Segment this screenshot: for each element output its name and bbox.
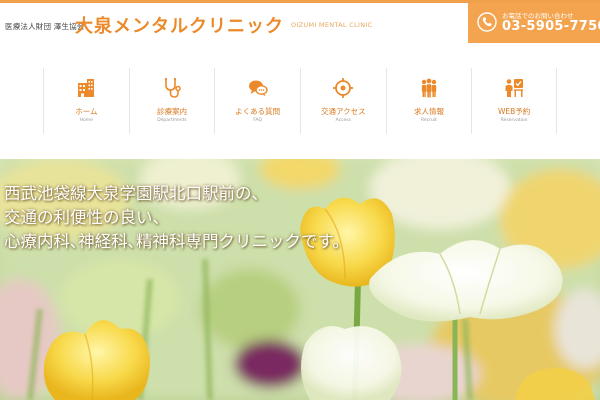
phone-contact-button[interactable]: お電話でのお問い合わせ 03-5905-7750 bbox=[468, 3, 600, 43]
nav-item-home[interactable]: ホーム Home bbox=[43, 68, 129, 134]
hero-line: 心療内科､神経科､精神科専門クリニックです。 bbox=[4, 232, 349, 251]
nav-item-faq[interactable]: よくある質問 FAQ bbox=[214, 68, 300, 134]
hero-banner: 西武池袋線大泉学園駅北口駅前の、 交通の利便性の良い、 心療内科､神経科､精神科… bbox=[0, 159, 600, 400]
reservation-icon bbox=[505, 79, 524, 97]
clinic-name-en: OIZUMI MENTAL CLINIC bbox=[291, 21, 373, 29]
nav-sublabel: Access bbox=[335, 118, 351, 123]
site-header: 医療法人財団 澤生協会 大泉メンタルクリニック OIZUMI MENTAL CL… bbox=[0, 3, 600, 43]
nav-sublabel: Departments bbox=[157, 118, 187, 123]
stethoscope-icon bbox=[164, 77, 181, 98]
nav-label: 診療案内 bbox=[156, 107, 187, 116]
nav-label: WEB予約 bbox=[497, 107, 531, 116]
main-nav: ホーム Home 診療案内 Departments よくある質問 FAQ 交通ア… bbox=[43, 68, 557, 134]
nav-sublabel: Home bbox=[79, 118, 93, 123]
nav-label: ホーム bbox=[75, 107, 98, 116]
nav-item-recruit[interactable]: 求人情報 Recruit bbox=[385, 68, 472, 134]
chat-bubbles-icon bbox=[248, 80, 268, 97]
org-name: 医療法人財団 澤生協会 bbox=[5, 22, 85, 31]
nav-label: 求人情報 bbox=[413, 107, 444, 116]
nav-item-departments[interactable]: 診療案内 Departments bbox=[128, 68, 215, 134]
nav-sublabel: Reservation bbox=[500, 118, 528, 123]
nav-sublabel: Recruit bbox=[421, 118, 437, 123]
building-icon bbox=[78, 79, 95, 97]
nav-item-access[interactable]: 交通アクセス Access bbox=[299, 68, 386, 134]
phone-number[interactable]: 03-5905-7750 bbox=[502, 19, 600, 34]
target-icon bbox=[333, 78, 354, 98]
nav-sublabel: FAQ bbox=[253, 118, 262, 123]
hero-line: 交通の利便性の良い、 bbox=[4, 208, 169, 227]
nav-label: よくある質問 bbox=[235, 107, 281, 116]
nav-label: 交通アクセス bbox=[320, 107, 366, 116]
phone-icon bbox=[477, 12, 497, 32]
nav-item-reservation[interactable]: WEB予約 Reservation bbox=[471, 68, 557, 134]
hero-tagline: 西武池袋線大泉学園駅北口駅前の、 交通の利便性の良い、 心療内科､神経科､精神科… bbox=[4, 182, 349, 254]
clinic-logo[interactable]: 大泉メンタルクリニック bbox=[75, 12, 284, 38]
hero-line: 西武池袋線大泉学園駅北口駅前の、 bbox=[4, 184, 268, 203]
people-icon bbox=[421, 78, 437, 98]
